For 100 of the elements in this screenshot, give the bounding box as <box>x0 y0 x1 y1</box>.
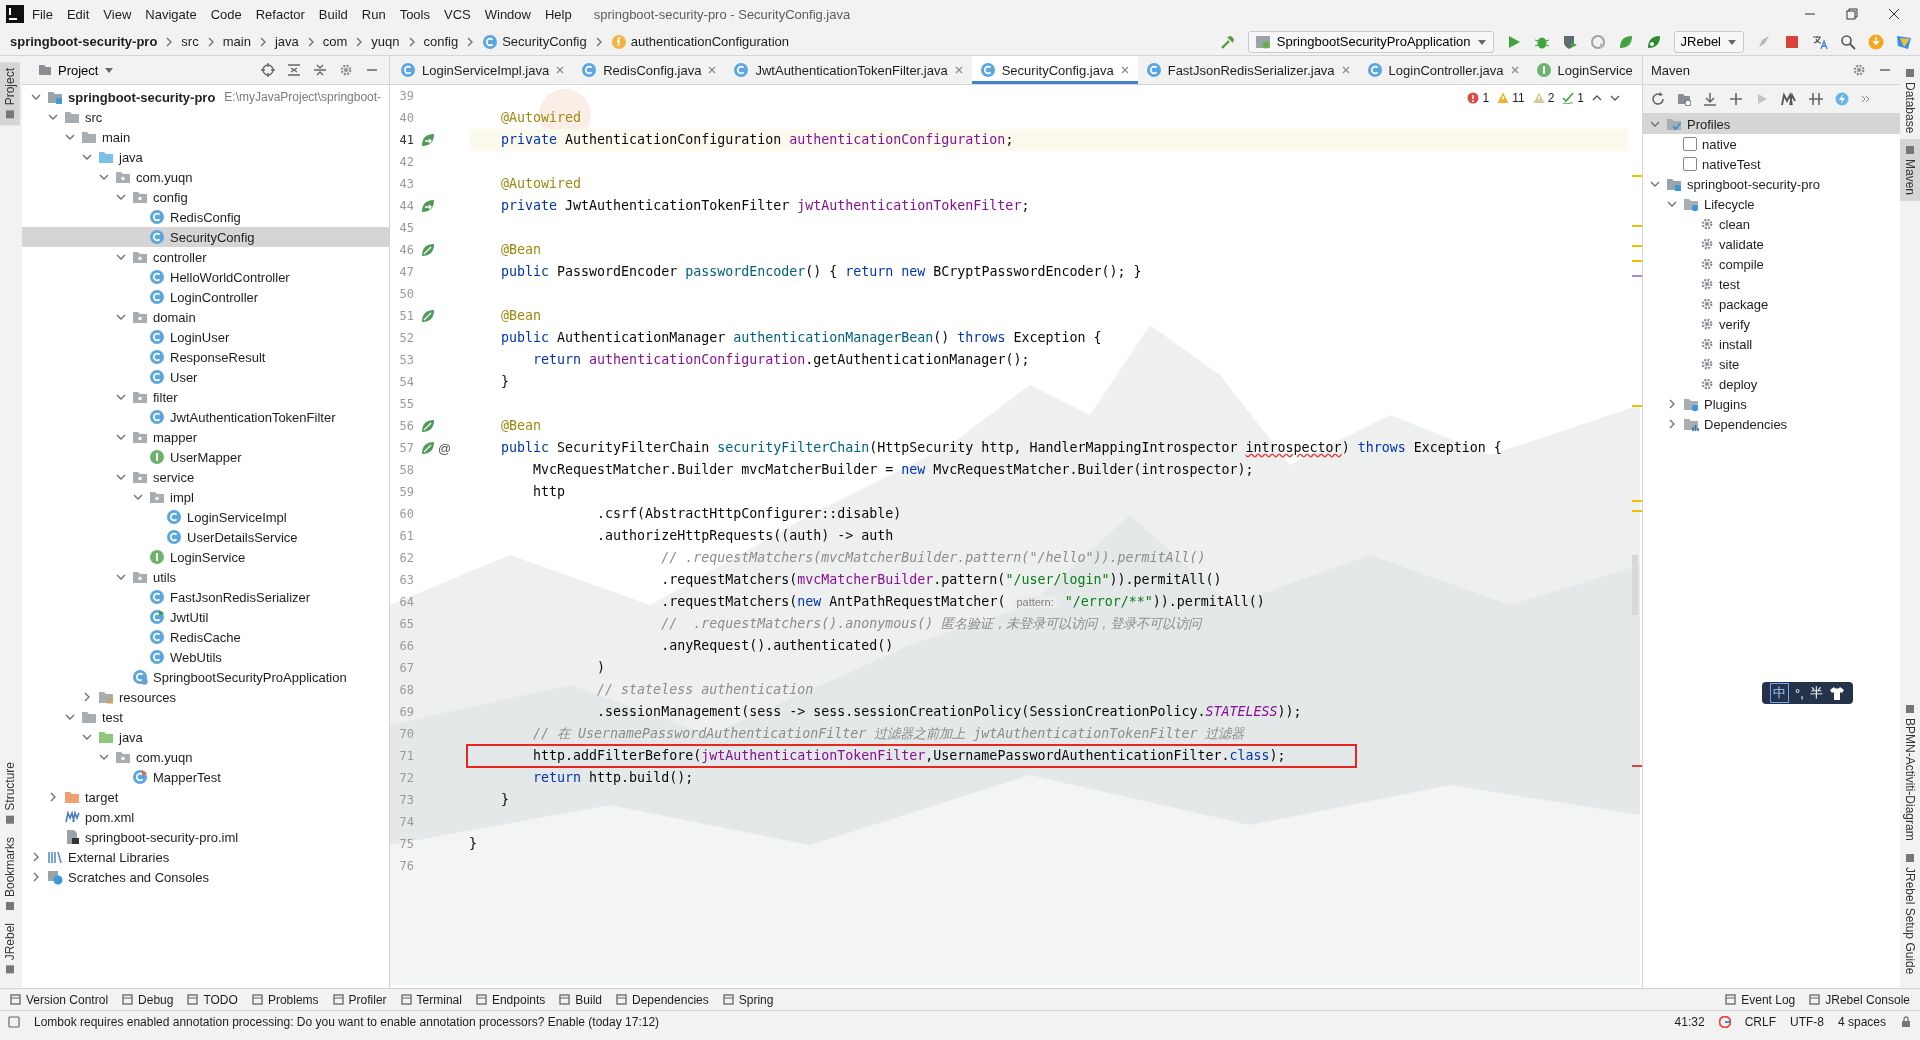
arrow-up-icon[interactable] <box>1592 93 1602 103</box>
tree-item[interactable]: LoginController <box>22 287 389 307</box>
folder-add-icon[interactable] <box>1677 92 1691 106</box>
tree-item[interactable]: springboot-security-pro.iml <box>22 827 389 847</box>
tree-item[interactable]: com.yuqn <box>22 167 389 187</box>
collapse-all-icon[interactable] <box>313 63 327 77</box>
tree-item[interactable]: test <box>22 707 389 727</box>
stop-icon[interactable] <box>1784 33 1800 50</box>
tree-item[interactable]: package <box>1643 294 1900 314</box>
tool-window-button[interactable]: JRebel Console <box>1809 992 1910 1007</box>
menu-item[interactable]: Help <box>538 3 578 25</box>
tree-item[interactable]: RedisCache <box>22 627 389 647</box>
translate-icon[interactable] <box>1812 33 1828 50</box>
editor-tab[interactable]: RedisConfig.java <box>573 56 726 84</box>
tree-item[interactable]: WebUtils <box>22 647 389 667</box>
lightning-icon[interactable] <box>1835 92 1849 106</box>
bean-icon[interactable] <box>420 440 436 456</box>
restore-icon[interactable] <box>1846 8 1858 20</box>
file-encoding[interactable]: UTF-8 <box>1789 1014 1824 1029</box>
breadcrumb[interactable]: main <box>220 32 253 51</box>
panel-title-dropdown[interactable]: Project <box>32 61 121 79</box>
settings-icon[interactable] <box>339 63 353 77</box>
tree-item[interactable]: deploy <box>1643 374 1900 394</box>
tree-item[interactable]: LoginService <box>22 547 389 567</box>
breadcrumb[interactable]: SecurityConfig <box>480 31 589 52</box>
shirt-icon[interactable] <box>1828 686 1845 700</box>
tree-item[interactable]: src <box>22 107 389 127</box>
gutter-marker[interactable]: @ <box>438 440 452 456</box>
leaf-play-icon[interactable] <box>1617 33 1634 50</box>
inspection-count[interactable]: 1 <box>1562 91 1584 105</box>
tree-item[interactable]: mapper <box>22 427 389 447</box>
tree-item[interactable]: JwtAuthenticationTokenFilter <box>22 407 389 427</box>
breadcrumb[interactable]: authenticationConfiguration <box>608 31 792 52</box>
jrebel-dropdown[interactable]: JRebel <box>1673 30 1744 53</box>
close-icon[interactable] <box>1888 8 1900 20</box>
tree-item[interactable]: RedisConfig <box>22 207 389 227</box>
tree-item[interactable]: UserMapper <box>22 447 389 467</box>
bean-reference-icon[interactable] <box>420 198 436 214</box>
shield-play-icon[interactable] <box>1561 33 1578 50</box>
tree-item[interactable]: SecurityConfig <box>22 227 389 247</box>
editor-tab[interactable]: LoginService <box>1527 56 1641 84</box>
tool-window-button[interactable]: TODO <box>187 992 238 1007</box>
search-icon[interactable] <box>1840 33 1856 50</box>
tree-item[interactable]: native <box>1643 134 1900 154</box>
menu-item[interactable]: VCS <box>438 3 477 25</box>
tree-item[interactable]: service <box>22 467 389 487</box>
menu-item[interactable]: Tools <box>393 3 436 25</box>
tree-item[interactable]: site <box>1643 354 1900 374</box>
tree-item[interactable]: filter <box>22 387 389 407</box>
tree-item[interactable]: SpringbootSecurityProApplication <box>22 667 389 687</box>
reload-icon[interactable] <box>1651 92 1665 106</box>
input-method-toolbar[interactable]: 中 °, 半 <box>1762 682 1853 704</box>
tree-item[interactable]: UserDetailsService <box>22 527 389 547</box>
tool-window-tab[interactable]: Bookmarks <box>0 830 20 917</box>
tree-item[interactable]: clean <box>1643 214 1900 234</box>
leaf-bug-icon[interactable] <box>1645 33 1662 50</box>
tree-item[interactable]: controller <box>22 247 389 267</box>
tree-item[interactable]: ResponseResult <box>22 347 389 367</box>
editor-tab[interactable]: FastJsonRedisSerializer.java <box>1137 56 1359 84</box>
tool-window-button[interactable]: Endpoints <box>475 992 546 1007</box>
tool-window-button[interactable]: Problems <box>251 992 319 1007</box>
tree-item[interactable]: compile <box>1643 254 1900 274</box>
tree-item[interactable]: validate <box>1643 234 1900 254</box>
tool-window-tab[interactable]: Structure <box>0 755 20 831</box>
maven-goal-icon[interactable] <box>1781 92 1797 106</box>
inspection-count[interactable]: 11 <box>1497 91 1525 105</box>
inspection-count[interactable]: 1 <box>1467 91 1490 105</box>
tool-window-tab[interactable]: JRebel Setup Guide <box>1900 846 1920 980</box>
width-mode-label[interactable]: 半 <box>1809 684 1823 702</box>
tool-window-button[interactable]: Debug <box>122 992 174 1007</box>
tree-item[interactable]: Profiles <box>1643 114 1900 134</box>
breadcrumb[interactable]: com <box>320 32 350 51</box>
more-chevrons-icon[interactable] <box>1861 94 1871 104</box>
tool-window-button[interactable]: Event Log <box>1725 992 1796 1007</box>
profiler-icon[interactable] <box>1589 33 1606 50</box>
menu-item[interactable]: Window <box>478 3 537 25</box>
menu-item[interactable]: Edit <box>60 3 96 25</box>
editor-tab[interactable]: SecurityConfig.java <box>971 56 1138 84</box>
checkbox[interactable] <box>1683 137 1697 151</box>
tool-window-tab[interactable]: BPMN-Activiti-Diagram <box>1900 697 1920 847</box>
tree-item[interactable]: springboot-security-pro <box>1643 174 1900 194</box>
tree-item[interactable]: resources <box>22 687 389 707</box>
tool-window-button[interactable]: Version Control <box>10 992 109 1007</box>
tool-window-tab[interactable]: JRebel <box>0 916 20 980</box>
breadcrumb[interactable]: config <box>421 32 461 51</box>
breadcrumb[interactable]: java <box>272 32 301 51</box>
line-separator[interactable]: CRLF <box>1744 1014 1776 1029</box>
menu-item[interactable]: Navigate <box>139 3 203 25</box>
menu-item[interactable]: Code <box>204 3 248 25</box>
tree-item[interactable]: config <box>22 187 389 207</box>
tree-item[interactable]: Plugins <box>1643 394 1900 414</box>
tree-item[interactable]: Lifecycle <box>1643 194 1900 214</box>
caret-position[interactable]: 41:32 <box>1674 1014 1705 1029</box>
tree-item[interactable]: Scratches and Consoles <box>22 867 389 887</box>
tree-item[interactable]: FastJsonRedisSerializer <box>22 587 389 607</box>
indent-setting[interactable]: 4 spaces <box>1837 1014 1886 1029</box>
app-logo-icon[interactable] <box>1896 33 1912 50</box>
editor-tab[interactable]: LoginServiceImpl.java <box>392 56 574 84</box>
breadcrumb[interactable]: src <box>179 32 201 51</box>
tree-item[interactable]: utils <box>22 567 389 587</box>
